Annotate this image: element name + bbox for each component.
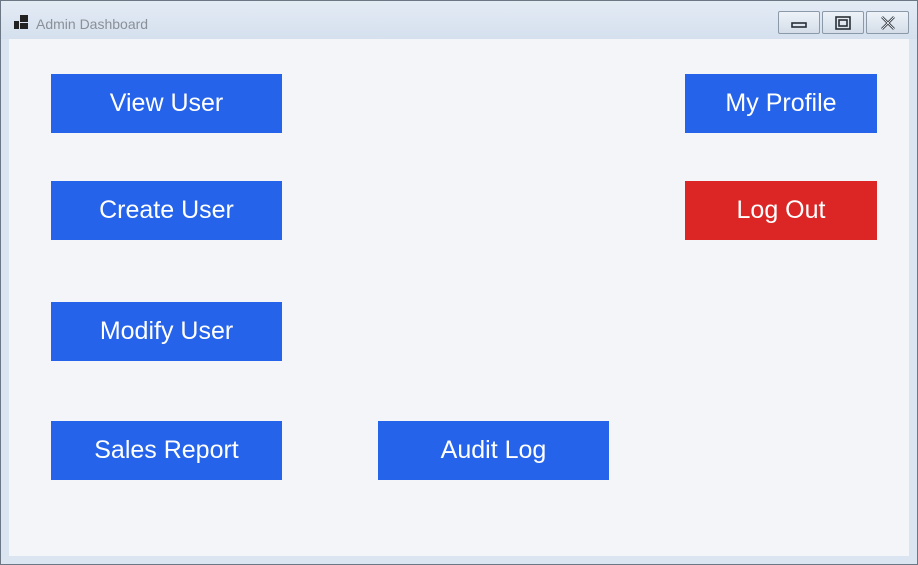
audit-log-button[interactable]: Audit Log — [378, 421, 609, 480]
dashboard-panel: View User Create User Modify User Sales … — [9, 39, 909, 556]
view-user-button[interactable]: View User — [51, 74, 282, 133]
close-icon — [880, 15, 895, 30]
title-bar[interactable]: Admin Dashboard — [1, 1, 917, 39]
sales-report-button[interactable]: Sales Report — [51, 421, 282, 480]
minimize-icon — [791, 21, 807, 28]
my-profile-button[interactable]: My Profile — [685, 74, 877, 133]
modify-user-button[interactable]: Modify User — [51, 302, 282, 361]
app-window: Admin Dashboard View User Create User Mo… — [0, 0, 918, 565]
close-button[interactable] — [866, 11, 909, 34]
maximize-icon — [835, 15, 851, 30]
create-user-button[interactable]: Create User — [51, 181, 282, 240]
log-out-button[interactable]: Log Out — [685, 181, 877, 240]
window-title: Admin Dashboard — [36, 16, 149, 32]
minimize-button[interactable] — [778, 11, 820, 34]
app-icon[interactable] — [14, 15, 29, 30]
maximize-button[interactable] — [822, 11, 864, 34]
